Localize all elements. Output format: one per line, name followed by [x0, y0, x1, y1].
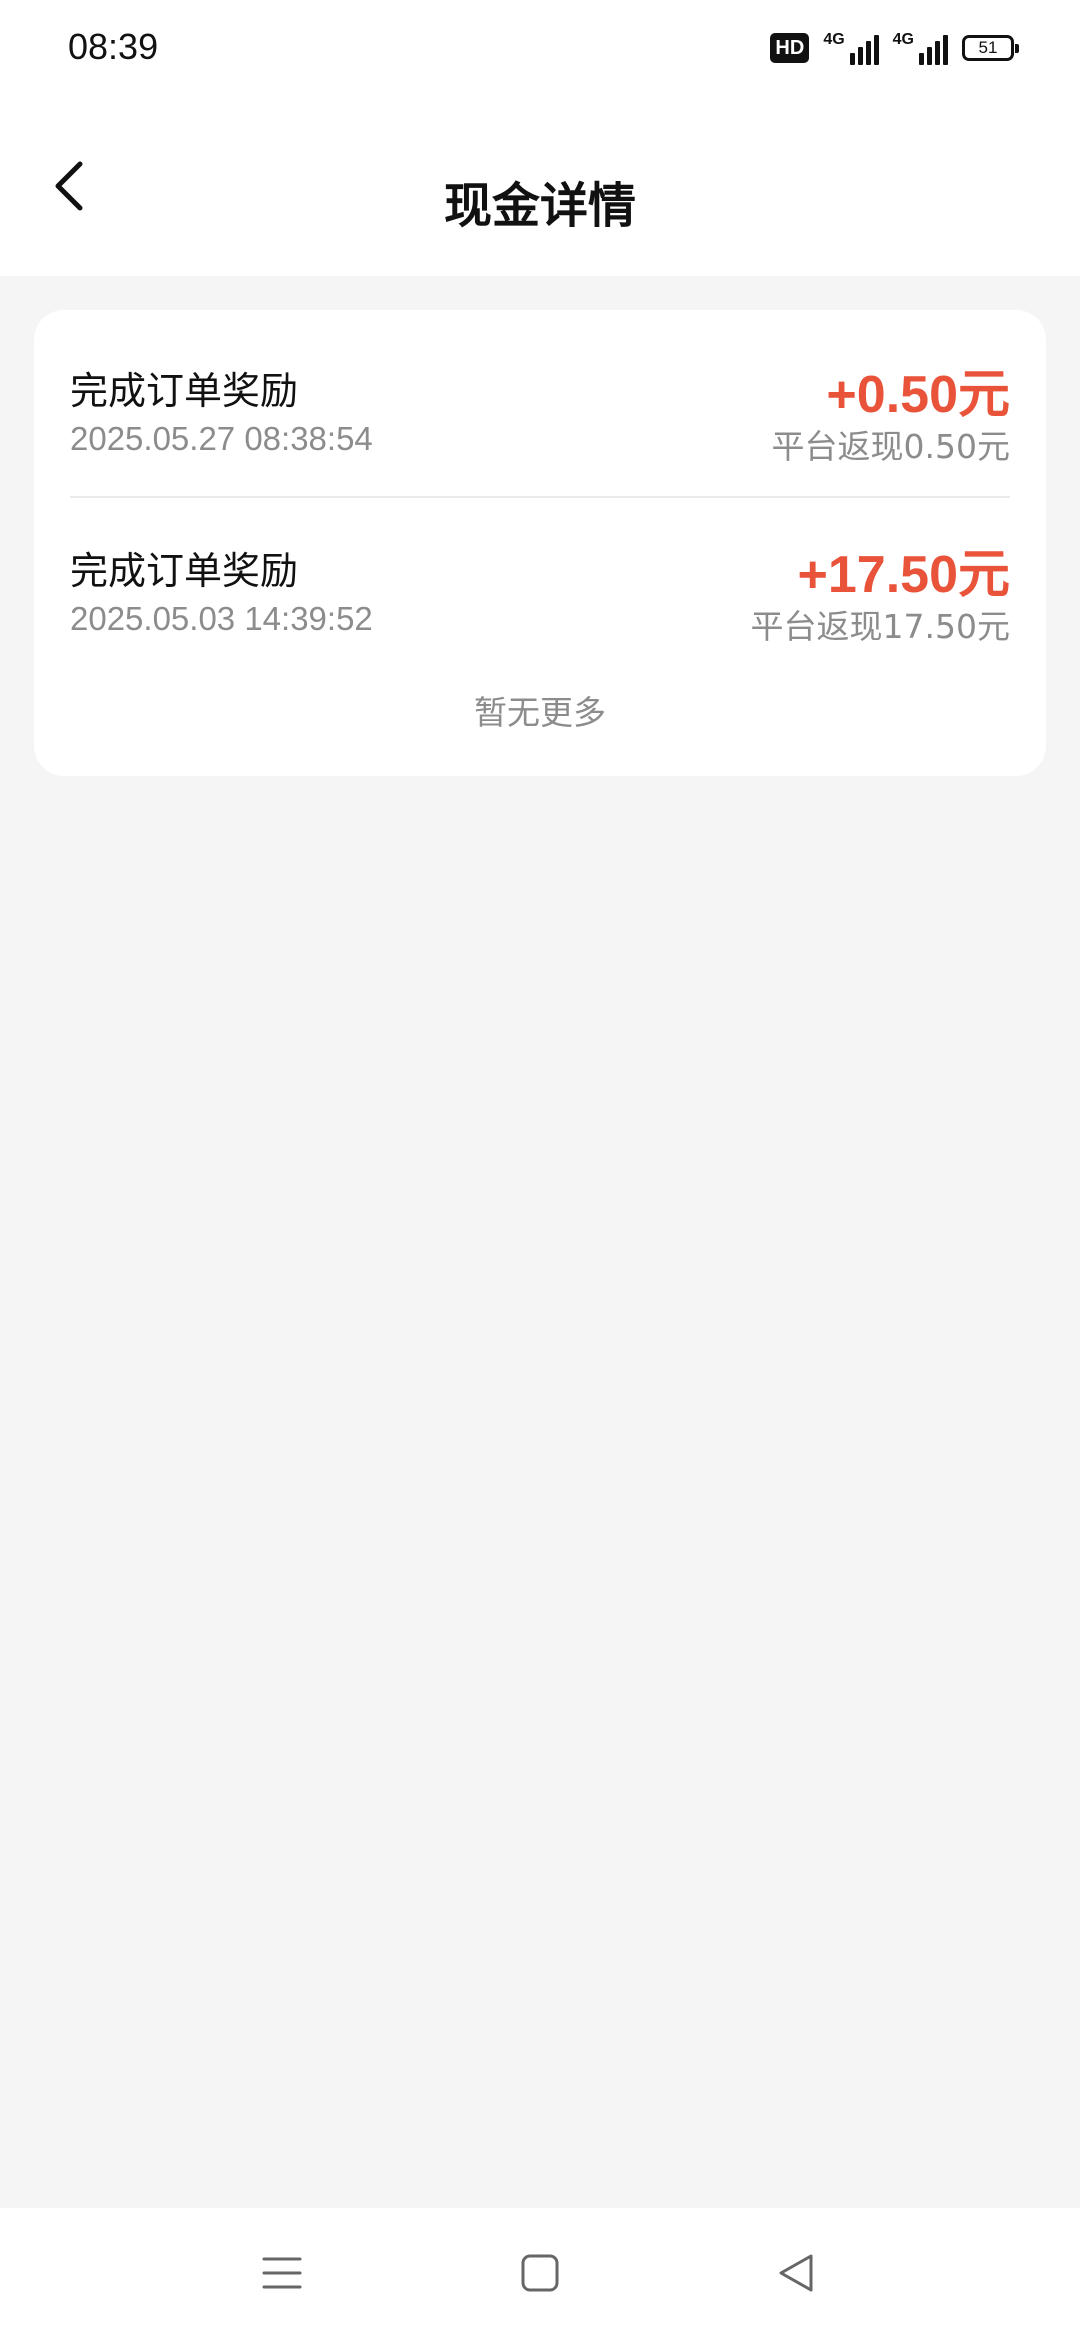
hd-icon: HD [770, 33, 810, 63]
no-more-text: 暂无更多 [474, 693, 606, 732]
header: 现金详情 [0, 96, 1080, 276]
home-button[interactable] [500, 2238, 580, 2308]
record-description: 平台返现17.50元 [750, 607, 1010, 646]
record-time: 2025.05.27 08:38:54 [70, 420, 373, 457]
network-type-label-1: 4G [823, 31, 845, 48]
system-back-button[interactable] [756, 2238, 836, 2308]
page-title: 现金详情 [443, 178, 636, 234]
battery-level: 51 [978, 38, 998, 57]
menu-icon [262, 2257, 302, 2289]
records-card: 完成订单奖励 2025.05.27 08:38:54 +0.50元 平台返现0.… [34, 310, 1046, 776]
signal-icon-2: 4G [893, 31, 948, 65]
back-triangle-icon [779, 2254, 813, 2292]
signal-icon-1: 4G [823, 31, 879, 65]
battery-icon: 51 [962, 35, 1019, 61]
menu-button[interactable] [242, 2238, 322, 2308]
record-title: 完成订单奖励 [70, 549, 299, 593]
record-title: 完成订单奖励 [70, 369, 299, 413]
status-bar: 08:39 HD 4G 4G 51 [0, 0, 1080, 96]
status-time: 08:39 [68, 26, 159, 67]
record-amount: +17.50元 [797, 546, 1011, 604]
record-amount: +0.50元 [826, 366, 1010, 424]
record-description: 平台返现0.50元 [771, 427, 1010, 466]
home-square-icon [521, 2254, 559, 2292]
navigation-bar [0, 2208, 1080, 2340]
record-time: 2025.05.03 14:39:52 [70, 600, 373, 637]
network-type-label-2: 4G [892, 31, 914, 48]
divider [70, 496, 1010, 498]
status-icons: HD 4G 4G 51 [770, 30, 1019, 66]
